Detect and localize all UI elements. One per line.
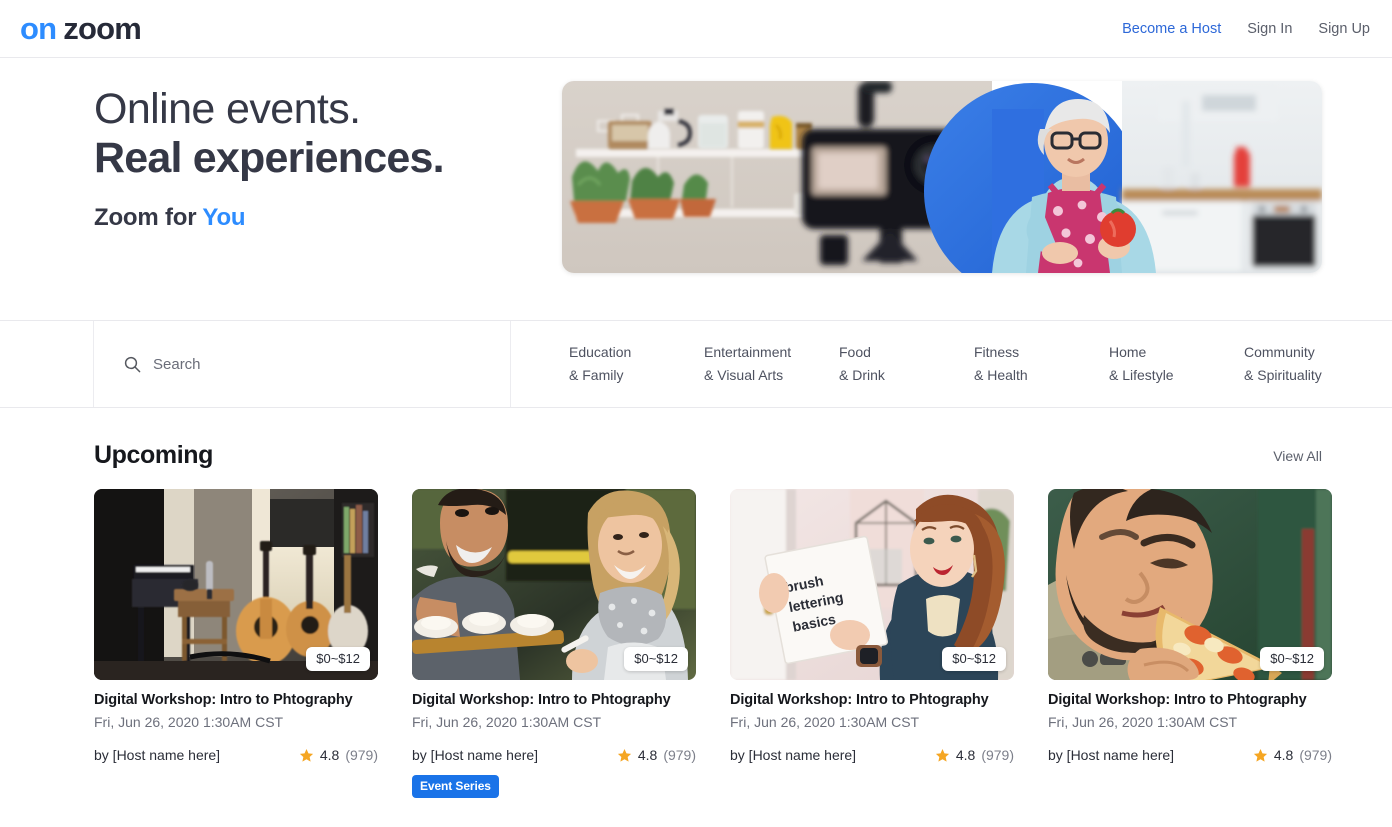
upcoming-section: Upcoming View All $0~$12 Digital Worksho… — [0, 408, 1392, 798]
event-card[interactable]: brush lettering basics $0~$12 Digital Wo — [730, 489, 1014, 798]
category-food-drink[interactable]: Food & Drink — [839, 341, 974, 387]
hero-text-block: Online events. Real experiences. Zoom fo… — [0, 58, 470, 232]
category-line2: & Spirituality — [1244, 367, 1322, 383]
event-title[interactable]: Digital Workshop: Intro to Phtography — [412, 692, 696, 708]
hero-illustration — [562, 81, 1322, 273]
event-card-image[interactable]: $0~$12 — [1048, 489, 1332, 680]
search-left-spacer — [0, 321, 94, 407]
event-card-footer: by [Host name here] 4.8 (979) — [730, 747, 1014, 763]
sign-in-link[interactable]: Sign In — [1247, 21, 1292, 37]
star-icon — [1253, 748, 1267, 762]
event-card-footer: by [Host name here] 4.8 (979) — [412, 747, 696, 763]
event-card-footer: by [Host name here] 4.8 (979) — [94, 747, 378, 763]
category-home-lifestyle[interactable]: Home & Lifestyle — [1109, 341, 1244, 387]
category-entertainment-visual-arts[interactable]: Entertainment & Visual Arts — [704, 341, 839, 387]
event-datetime: Fri, Jun 26, 2020 1:30AM CST — [730, 714, 920, 730]
page-title: Upcoming — [94, 441, 214, 469]
event-card-image[interactable]: $0~$12 — [94, 489, 378, 680]
event-datetime: Fri, Jun 26, 2020 1:30AM CST — [1048, 714, 1238, 730]
category-education-family[interactable]: Education & Family — [569, 341, 704, 387]
rating-count: (979) — [1299, 747, 1332, 763]
event-rating: 4.8 (979) — [935, 747, 1014, 763]
event-title[interactable]: Digital Workshop: Intro to Phtography — [730, 692, 1014, 708]
rating-value: 4.8 — [955, 747, 976, 763]
event-card-list: $0~$12 Digital Workshop: Intro to Phtogr… — [0, 470, 1392, 798]
category-line1: Community — [1244, 343, 1315, 360]
event-card[interactable]: $0~$12 Digital Workshop: Intro to Phtogr… — [1048, 489, 1332, 798]
event-host: by [Host name here] — [94, 747, 221, 763]
category-line1: Education — [569, 343, 632, 360]
event-host: by [Host name here] — [412, 747, 539, 763]
become-a-host-link[interactable]: Become a Host — [1122, 21, 1221, 37]
event-host: by [Host name here] — [1048, 747, 1175, 763]
hero-subheadline-accent: You — [202, 204, 246, 232]
event-title[interactable]: Digital Workshop: Intro to Phtography — [1048, 692, 1332, 708]
category-line1: Entertainment — [704, 343, 792, 360]
search-input[interactable]: Search — [94, 321, 511, 407]
category-line2: & Visual Arts — [704, 367, 784, 383]
category-line1: Fitness — [974, 343, 1020, 360]
rating-count: (979) — [981, 747, 1014, 763]
star-icon — [617, 748, 631, 762]
view-all-link[interactable]: View All — [1273, 448, 1322, 464]
hero-headline-line2: Real experiences. — [94, 133, 445, 182]
event-host: by [Host name here] — [730, 747, 857, 763]
rating-count: (979) — [345, 747, 378, 763]
price-badge: $0~$12 — [942, 647, 1006, 671]
logo-zoom-text: zoom — [63, 11, 142, 46]
category-nav: Education & Family Entertainment & Visua… — [511, 321, 1392, 407]
event-rating: 4.8 (979) — [617, 747, 696, 763]
hero-headline-line1: Online events. — [94, 85, 361, 133]
category-line1: Food — [839, 343, 871, 360]
event-card-image[interactable]: brush lettering basics $0~$12 — [730, 489, 1014, 680]
search-placeholder: Search — [153, 355, 201, 373]
star-icon — [299, 748, 313, 762]
event-rating: 4.8 (979) — [1253, 747, 1332, 763]
event-datetime: Fri, Jun 26, 2020 1:30AM CST — [412, 714, 602, 730]
logo-on-text: on — [20, 11, 57, 46]
event-card-image[interactable]: $0~$12 — [412, 489, 696, 680]
category-community-spirituality[interactable]: Community & Spirituality — [1244, 341, 1379, 387]
rating-value: 4.8 — [1273, 747, 1294, 763]
category-line2: & Lifestyle — [1109, 367, 1174, 383]
onzoom-logo[interactable]: on zoom — [20, 11, 142, 46]
hero-banner-image — [562, 81, 1322, 273]
rating-value: 4.8 — [637, 747, 658, 763]
event-card[interactable]: $0~$12 Digital Workshop: Intro to Phtogr… — [412, 489, 696, 798]
category-line2: & Health — [974, 367, 1028, 383]
category-line1: Home — [1109, 343, 1147, 360]
event-series-badge: Event Series — [412, 775, 499, 798]
category-line2: & Family — [569, 367, 624, 383]
price-badge: $0~$12 — [1260, 647, 1324, 671]
search-icon — [124, 356, 141, 372]
sign-up-link[interactable]: Sign Up — [1318, 21, 1370, 37]
event-card-footer: by [Host name here] 4.8 (979) — [1048, 747, 1332, 763]
hero-section: Online events. Real experiences. Zoom fo… — [0, 58, 1392, 320]
event-rating: 4.8 (979) — [299, 747, 378, 763]
hero-subheadline: Zoom for You — [94, 204, 470, 232]
header-nav: Become a Host Sign In Sign Up — [1122, 21, 1370, 37]
search-and-category-bar: Search Education & Family Entertainment … — [0, 320, 1392, 408]
price-badge: $0~$12 — [624, 647, 688, 671]
event-datetime: Fri, Jun 26, 2020 1:30AM CST — [94, 714, 284, 730]
rating-count: (979) — [663, 747, 696, 763]
category-line2: & Drink — [839, 367, 885, 383]
event-title[interactable]: Digital Workshop: Intro to Phtography — [94, 692, 378, 708]
event-card[interactable]: $0~$12 Digital Workshop: Intro to Phtogr… — [94, 489, 378, 798]
hero-subheadline-prefix: Zoom for — [94, 204, 203, 232]
rating-value: 4.8 — [319, 747, 340, 763]
price-badge: $0~$12 — [306, 647, 370, 671]
star-icon — [935, 748, 949, 762]
site-header: on zoom Become a Host Sign In Sign Up — [0, 0, 1392, 58]
upcoming-header: Upcoming View All — [0, 441, 1392, 470]
category-fitness-health[interactable]: Fitness & Health — [974, 341, 1109, 387]
